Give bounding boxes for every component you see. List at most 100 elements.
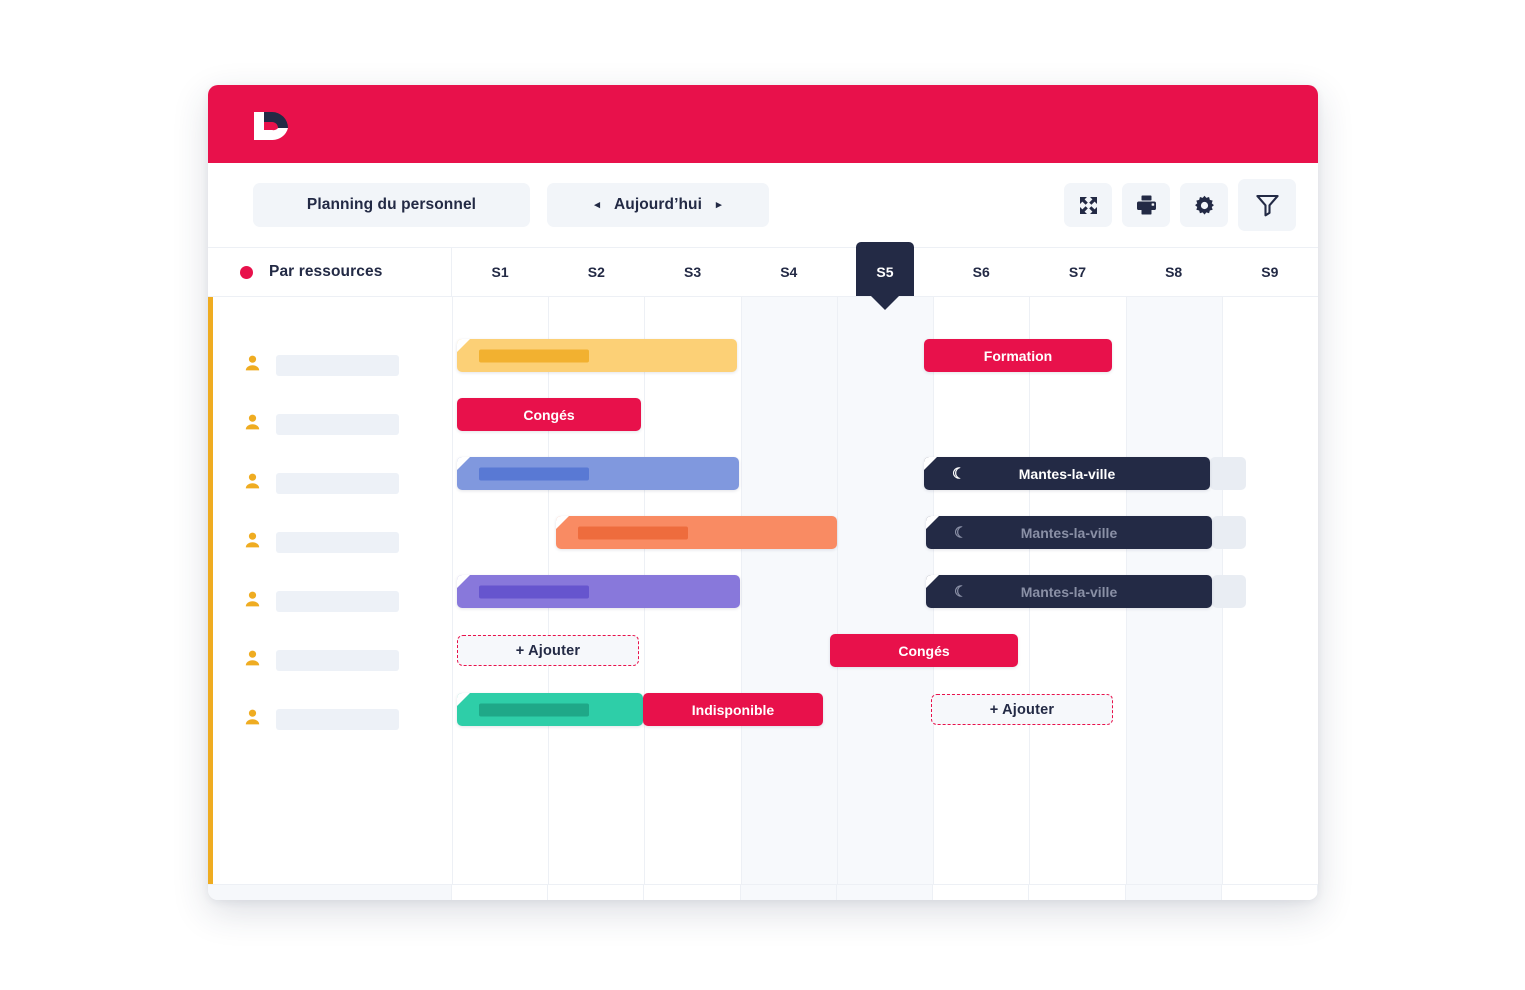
person-icon	[245, 650, 260, 671]
resource-row[interactable]	[245, 414, 399, 435]
task-bar[interactable]	[457, 339, 737, 372]
task-label: Indisponible	[691, 701, 775, 718]
print-icon	[1136, 195, 1157, 215]
grid-column-s1	[452, 885, 549, 900]
task-bar[interactable]	[457, 693, 643, 726]
planning-title-label: Planning du personnel	[306, 196, 477, 213]
dispatch-logo	[250, 106, 294, 146]
add-task-label: + Ajouter	[989, 701, 1055, 718]
resource-row[interactable]	[245, 709, 399, 730]
planning-app-window: Planning du personnel ◂ Aujourd’hui ▸ Pa…	[208, 85, 1318, 900]
task-progress-bar	[479, 349, 589, 362]
grid-column-s6	[933, 885, 1030, 900]
fullscreen-button[interactable]	[1064, 183, 1112, 227]
task-bar-mantes-la-ville[interactable]: ☾ Mantes-la-ville	[926, 575, 1212, 608]
chevron-right-icon[interactable]: ▸	[716, 199, 722, 211]
filter-button[interactable]	[1238, 179, 1296, 231]
resource-row[interactable]	[245, 650, 399, 671]
task-bar-mantes-la-ville[interactable]: ☾ Mantes-la-ville	[926, 516, 1212, 549]
resource-row[interactable]	[245, 591, 399, 612]
task-progress-bar	[578, 526, 688, 539]
timeline-header-row: Par ressources S1 S2 S3 S4 S5 S6 S7 S8 S9	[208, 247, 1318, 296]
week-label: S4	[780, 264, 798, 280]
grid-column-s4	[741, 297, 838, 884]
grid-column-s8	[1125, 885, 1222, 900]
week-header-s1[interactable]: S1	[452, 248, 548, 296]
resource-name-placeholder	[276, 355, 399, 376]
week-header-s5[interactable]: S5	[837, 248, 933, 296]
resource-name-placeholder	[276, 532, 399, 553]
filter-icon	[1255, 193, 1280, 217]
resource-row[interactable]	[245, 473, 399, 494]
week-header-cells: S1 S2 S3 S4 S5 S6 S7 S8 S9	[452, 248, 1318, 296]
week-label: S5	[876, 264, 894, 280]
toolbar: Planning du personnel ◂ Aujourd’hui ▸	[208, 163, 1318, 247]
task-corner-flag-icon	[556, 516, 569, 529]
task-bar-indisponible[interactable]: Indisponible	[643, 693, 823, 726]
week-label: S8	[1165, 264, 1183, 280]
resource-name-placeholder	[276, 414, 399, 435]
print-button[interactable]	[1122, 183, 1170, 227]
footer-left: + Voir plus	[208, 885, 452, 900]
today-label: Aujourd’hui	[613, 196, 703, 213]
task-bar-cong-s[interactable]: Congés	[457, 398, 641, 431]
voir-plus-button[interactable]: + Voir plus	[240, 900, 308, 901]
expand-icon	[1079, 196, 1098, 215]
task-bar[interactable]	[457, 575, 740, 608]
week-label: S3	[683, 264, 702, 280]
group-label: Par ressources	[269, 263, 383, 280]
grid-column-s7	[1029, 885, 1126, 900]
week-header-s3[interactable]: S3	[644, 248, 740, 296]
week-header-s4[interactable]: S4	[741, 248, 837, 296]
chevron-left-icon[interactable]: ◂	[594, 199, 600, 211]
task-corner-flag-icon	[457, 457, 470, 470]
week-header-s6[interactable]: S6	[933, 248, 1029, 296]
footer-grid	[452, 885, 1318, 900]
person-icon	[245, 355, 260, 376]
week-header-s2[interactable]: S2	[548, 248, 644, 296]
group-header[interactable]: Par ressources	[208, 248, 452, 296]
timeline-body: Formation Congés ☾ Mantes-la-ville ☾ Mantes-l…	[208, 296, 1318, 884]
person-icon	[245, 709, 260, 730]
today-nav-button[interactable]: ◂ Aujourd’hui ▸	[547, 183, 769, 227]
grid-column-s4	[740, 885, 837, 900]
grid-column-s3	[644, 885, 741, 900]
week-label: S6	[972, 264, 990, 280]
grid-column-s5	[837, 297, 935, 884]
resource-name-placeholder	[276, 473, 399, 494]
task-label: Congés	[523, 406, 575, 423]
task-label: Mantes-la-ville	[1020, 583, 1118, 600]
resource-row[interactable]	[245, 532, 399, 553]
task-label: Mantes-la-ville	[1018, 465, 1116, 482]
add-task-button[interactable]: + Ajouter	[931, 694, 1113, 725]
task-progress-bar	[479, 467, 589, 480]
add-task-label: + Ajouter	[515, 642, 581, 659]
moon-icon: ☾	[952, 465, 966, 482]
resource-row[interactable]	[245, 355, 399, 376]
task-corner-flag-icon	[924, 457, 937, 470]
task-bar[interactable]	[457, 457, 739, 490]
moon-icon: ☾	[954, 524, 968, 541]
task-bar-formation[interactable]: Formation	[924, 339, 1112, 372]
settings-button[interactable]	[1180, 183, 1228, 227]
task-bar-mantes-la-ville[interactable]: ☾ Mantes-la-ville	[924, 457, 1210, 490]
task-label: Formation	[983, 347, 1053, 364]
task-corner-flag-icon	[457, 339, 470, 352]
week-header-s7[interactable]: S7	[1029, 248, 1125, 296]
task-corner-flag-icon	[926, 575, 939, 588]
task-progress-bar	[479, 585, 589, 598]
task-bar-cong-s[interactable]: Congés	[830, 634, 1018, 667]
week-label: S1	[491, 264, 509, 280]
add-task-button[interactable]: + Ajouter	[457, 635, 639, 666]
task-corner-flag-icon	[926, 516, 939, 529]
planning-title-button[interactable]: Planning du personnel	[253, 183, 530, 227]
grid-column-s5	[836, 885, 934, 900]
task-ghost-bar	[1210, 457, 1246, 490]
week-label: S7	[1068, 264, 1086, 280]
resource-name-placeholder	[276, 650, 399, 671]
task-bar[interactable]	[556, 516, 837, 549]
week-header-s9[interactable]: S9	[1222, 248, 1318, 296]
brand-header-bar	[208, 85, 1318, 163]
week-header-s8[interactable]: S8	[1126, 248, 1222, 296]
resource-name-placeholder	[276, 591, 399, 612]
